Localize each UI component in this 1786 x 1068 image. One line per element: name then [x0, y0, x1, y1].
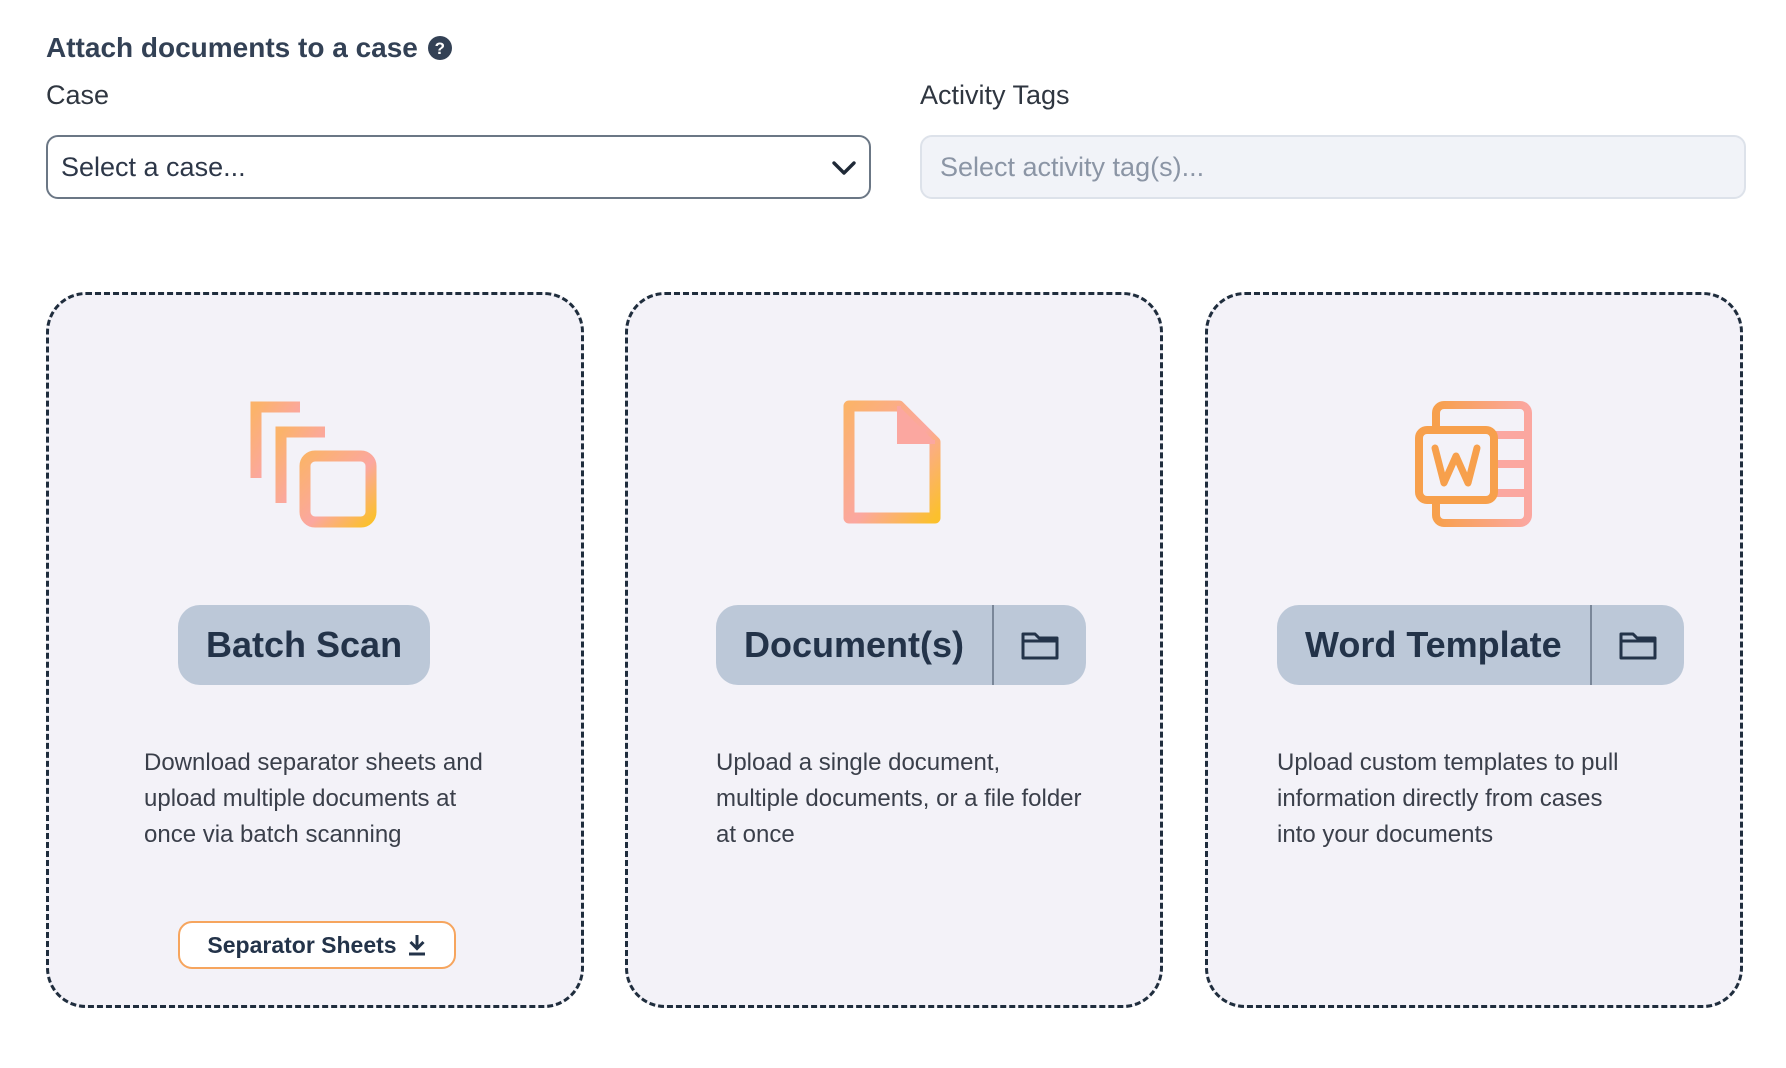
case-select[interactable]: Select a case... [46, 135, 871, 199]
word-icon [1415, 401, 1532, 527]
word-template-description: Upload custom templates to pull informat… [1277, 749, 1619, 848]
documents-button[interactable]: Document(s) [716, 605, 1087, 685]
documents-button-label: Document(s) [744, 624, 965, 665]
case-select-placeholder: Select a case... [61, 151, 246, 182]
documents-card[interactable]: Document(s) Upload a single document, mu… [625, 292, 1163, 1008]
separator-sheets-button[interactable]: Separator Sheets [178, 921, 456, 969]
activity-tags-placeholder: Select activity tag(s)... [940, 151, 1205, 182]
batch-scan-card[interactable]: Batch Scan Download separator sheets and… [46, 292, 584, 1008]
activity-tags-label: Activity Tags [920, 80, 1070, 110]
separator-sheets-label: Separator Sheets [207, 931, 397, 958]
page-title-text: Attach documents to a case [46, 32, 418, 63]
case-label: Case [46, 80, 110, 110]
folder-icon[interactable] [994, 630, 1086, 660]
batch-scan-description: Download separator sheets and upload mul… [144, 749, 483, 848]
activity-tags-input[interactable]: Select activity tag(s)... [920, 135, 1746, 199]
document-icon [843, 400, 941, 524]
question-circle-icon[interactable]: ? [427, 36, 452, 60]
batch-scan-button[interactable]: Batch Scan [178, 605, 431, 685]
word-template-button-label: Word Template [1305, 624, 1562, 665]
download-icon [408, 935, 425, 956]
batch-scan-button-label: Batch Scan [206, 624, 403, 665]
documents-description: Upload a single document, multiple docum… [716, 749, 1082, 848]
word-template-card[interactable]: Word Template Upload custom templates to… [1205, 292, 1743, 1008]
chevron-down-icon [832, 161, 856, 175]
word-template-button[interactable]: Word Template [1277, 605, 1684, 685]
folder-icon[interactable] [1592, 630, 1684, 660]
page-title: Attach documents to a case ? [46, 32, 452, 64]
stacked-pages-icon [250, 401, 377, 528]
